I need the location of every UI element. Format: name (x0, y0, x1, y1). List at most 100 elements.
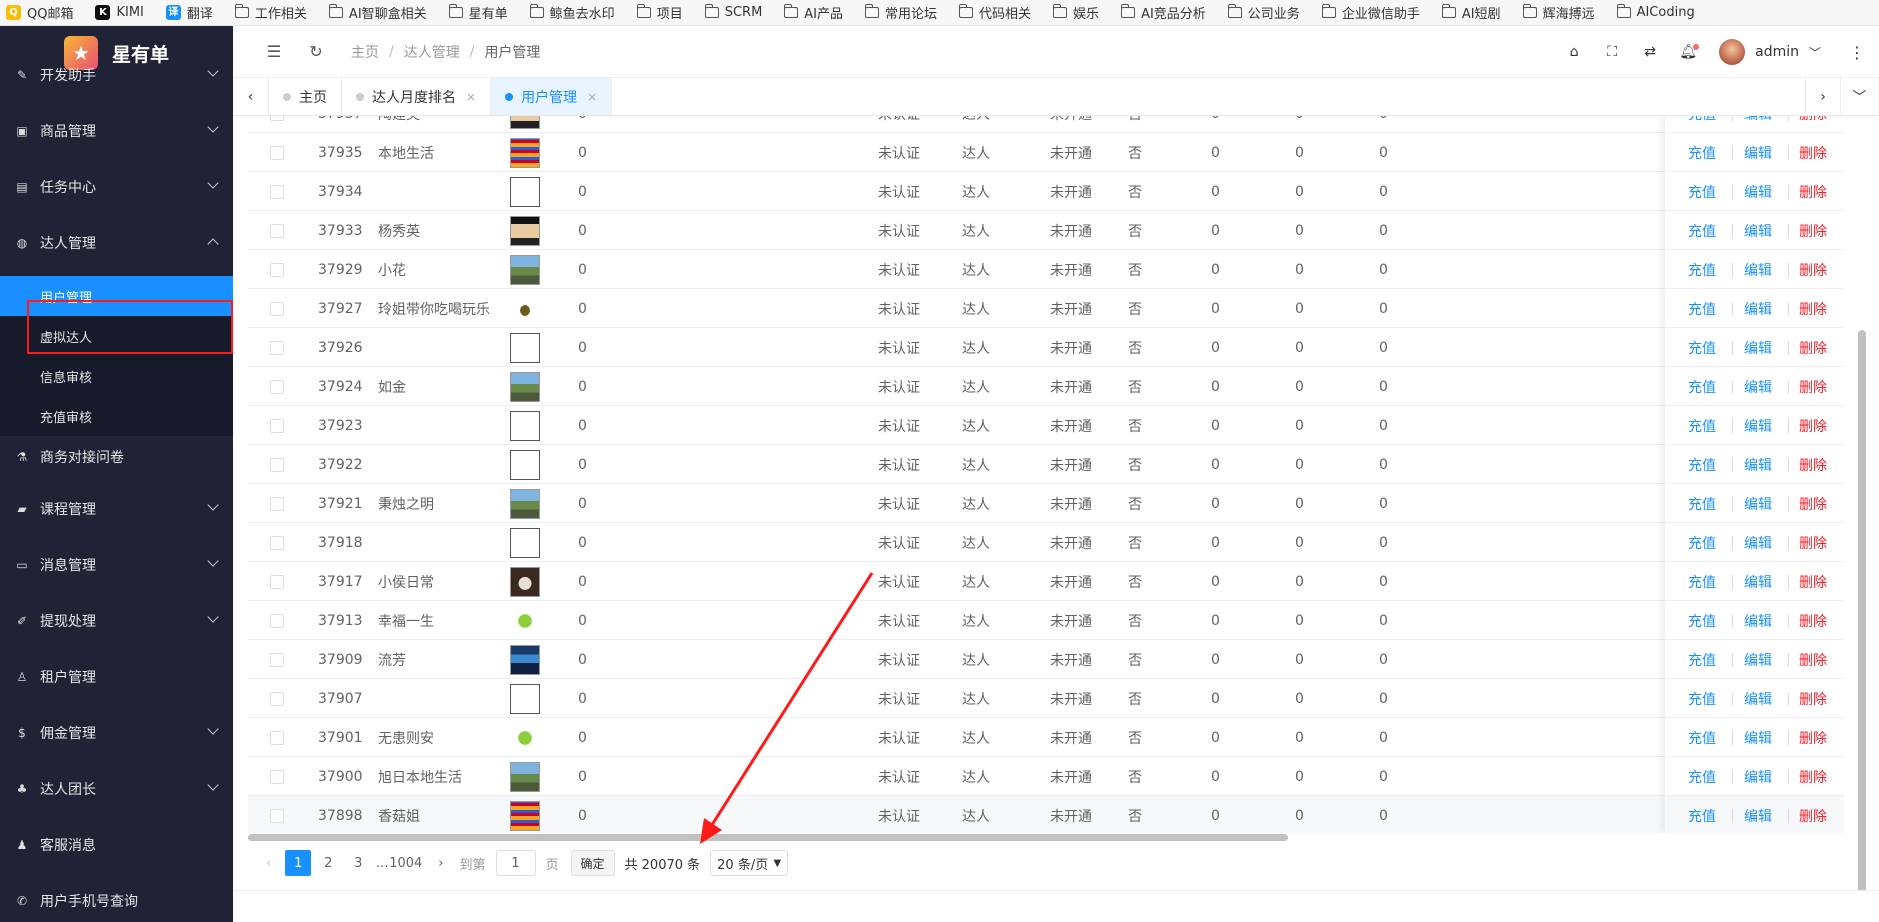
bookmark-item[interactable]: AI短剧 (1441, 3, 1501, 22)
table-row[interactable]: 37933 杨秀英 0 未认证 达人 未开通否 0 0 0 充值 编辑 删除 | | (248, 211, 1844, 250)
row-checkbox[interactable] (270, 730, 284, 745)
table-row[interactable]: 37926 0 未认证 达人 未开通否 0 0 0 充值 编辑 删除 | | (248, 328, 1844, 367)
row-checkbox[interactable] (270, 223, 284, 238)
avatar[interactable] (1719, 39, 1746, 65)
table-row[interactable]: 37937陶建英0未认证达人未开通否000充值编辑删除|| (248, 116, 1844, 133)
menu-toggle-icon[interactable]: ☰ (263, 41, 285, 63)
bookmark-item[interactable]: AICoding (1616, 4, 1695, 20)
breadcrumb-home[interactable]: 主页 (351, 42, 379, 62)
row-checkbox[interactable] (270, 613, 284, 628)
goto-page-input[interactable]: 1 (495, 850, 536, 876)
sidebar-item[interactable]: ♙ 租户管理 (0, 657, 233, 697)
tab-close-icon[interactable]: × (466, 90, 476, 104)
sidebar-item[interactable]: ✐ 提现处理 (0, 601, 233, 641)
sidebar-item[interactable]: ♣ 达人团长 (0, 769, 233, 809)
table-row[interactable]: 37935 本地生活 0 未认证 达人 未开通否 0 0 0 充值 编辑 删除 | | (248, 133, 1844, 172)
tabs-scroll-right-icon[interactable]: › (1805, 78, 1841, 115)
tab-item[interactable]: 用户管理 × (491, 78, 613, 115)
bookmark-item[interactable]: 辉海搏远 (1522, 3, 1595, 22)
prev-page-icon[interactable]: ‹ (266, 856, 271, 871)
table-row[interactable]: 37901 无患则安 0 未认证 达人 未开通否 0 0 0 充值 编辑 删除 | | (248, 718, 1844, 757)
tab-close-icon[interactable]: × (587, 90, 597, 104)
next-page-icon[interactable]: › (438, 856, 443, 871)
sidebar-item[interactable]: ◍ 达人管理 (0, 223, 233, 263)
sidebar-item[interactable]: ▤ 任务中心 (0, 167, 233, 207)
confirm-button[interactable]: 确定 (570, 850, 615, 876)
table-row[interactable]: 37900 旭日本地生活 0 未认证 达人 未开通否 0 0 0 充值 编辑 删除 | | (248, 757, 1844, 796)
sidebar-item[interactable]: ▭ 消息管理 (0, 545, 233, 585)
row-checkbox[interactable] (270, 418, 284, 433)
breadcrumb-section[interactable]: 达人管理 (404, 42, 460, 62)
fullscreen-icon[interactable]: ⛶ (1593, 44, 1631, 60)
sidebar-item[interactable]: ▰ 课程管理 (0, 489, 233, 529)
bookmark-item[interactable]: 公司业务 (1227, 3, 1300, 22)
sidebar-subitem[interactable]: 信息审核 (0, 356, 233, 396)
tabs-dropdown-icon[interactable]: ﹀ (1841, 78, 1879, 115)
sidebar-item[interactable]: ⚗ 商务对接问卷 (0, 437, 233, 477)
bookmark-item[interactable]: 译翻译 (165, 3, 213, 22)
sidebar-item[interactable]: ▣ 商品管理 (0, 111, 233, 151)
bookmark-item[interactable]: Q QQ邮箱 (6, 3, 73, 22)
bookmark-item[interactable]: 娱乐 (1053, 3, 1099, 22)
table-row[interactable]: 37921 秉烛之明 0 未认证 达人 未开通否 0 0 0 充值 编辑 删除 | | (248, 484, 1844, 523)
sidebar-item[interactable]: ✎ 开发助手 (0, 55, 233, 95)
sidebar-item[interactable]: ♟ 客服消息 (0, 825, 233, 865)
page-number[interactable]: 1004 (389, 850, 422, 876)
bell-icon[interactable]: 🔔︎ (1669, 44, 1707, 60)
table-row[interactable]: 37924 如金 0 未认证 达人 未开通否 0 0 0 充值 编辑 删除 | | (248, 367, 1844, 406)
row-checkbox[interactable] (270, 769, 284, 784)
sidebar-item[interactable]: ✆ 用户手机号查询 (0, 881, 233, 921)
table-row[interactable]: 37909 流芳 0 未认证 达人 未开通否 0 0 0 充值 编辑 删除 | | (248, 640, 1844, 679)
bookmark-item[interactable]: 代码相关 (959, 3, 1031, 22)
table-row[interactable]: 37917 小侯日常 0 未认证 达人 未开通否 0 0 0 充值 编辑 删除 | | (248, 562, 1844, 601)
sidebar-item[interactable]: $ 佣金管理 (0, 713, 233, 753)
bookmark-item[interactable]: AI智聊盒相关 (328, 3, 427, 22)
chevron-down-icon[interactable]: ﹀ (1809, 44, 1821, 61)
table-row[interactable]: 37929 小花 0 未认证 达人 未开通否 0 0 0 充值 编辑 删除 | | (248, 250, 1844, 289)
tab-item[interactable]: 达人月度排名 × (342, 78, 492, 115)
table-row[interactable]: 37913 幸福一生 0 未认证 达人 未开通否 0 0 0 充值 编辑 删除 | | (248, 601, 1844, 640)
row-checkbox[interactable] (270, 535, 284, 550)
translate-icon[interactable]: ⇄ (1631, 44, 1669, 60)
bookmark-item[interactable]: 项目 (636, 3, 683, 22)
more-icon[interactable]: ⋮ (1849, 43, 1865, 62)
table-row[interactable]: 37927 玲姐带你吃喝玩乐 0 未认证 达人 未开通否 0 0 0 充值 编辑 删除 | | (248, 289, 1844, 328)
vertical-scrollbar[interactable] (1858, 330, 1866, 920)
bookmark-item[interactable]: 工作相关 (234, 3, 307, 22)
tabs-scroll-left-icon[interactable]: ‹ (233, 78, 269, 115)
bookmark-item[interactable]: 企业微信助手 (1321, 3, 1420, 22)
bookmark-item[interactable]: 鲸鱼去水印 (529, 3, 615, 22)
table-row[interactable]: 37898 香菇姐 0 未认证 达人 未开通否 0 0 0 充值 编辑 删除 | | (248, 796, 1844, 833)
home-icon[interactable]: ⌂ (1555, 44, 1593, 60)
sidebar-subitem[interactable]: 充值审核 (0, 396, 233, 436)
row-checkbox[interactable] (270, 184, 284, 199)
page-number[interactable]: 2 (315, 850, 341, 876)
tab-item[interactable]: 主页 (269, 78, 342, 115)
bookmark-item[interactable]: K KIMI (95, 5, 144, 20)
page-number[interactable]: 3 (345, 850, 371, 876)
horizontal-scrollbar[interactable] (248, 834, 1288, 841)
row-checkbox[interactable] (270, 145, 284, 160)
row-checkbox[interactable] (270, 808, 284, 823)
row-checkbox[interactable] (270, 379, 284, 394)
table-row[interactable]: 37922 0 未认证 达人 未开通否 0 0 0 充值 编辑 删除 | | (248, 445, 1844, 484)
row-checkbox[interactable] (270, 262, 284, 277)
row-checkbox[interactable] (270, 496, 284, 511)
bookmark-item[interactable]: AI产品 (784, 3, 843, 22)
row-checkbox[interactable] (270, 340, 284, 355)
page-size-select[interactable]: 20 条/页 ▼ (710, 850, 789, 876)
table-row[interactable]: 37923 0 未认证 达人 未开通否 0 0 0 充值 编辑 删除 | | (248, 406, 1844, 445)
row-checkbox[interactable] (270, 457, 284, 472)
row-checkbox[interactable] (270, 116, 284, 121)
bookmark-item[interactable]: 常用论坛 (865, 3, 937, 22)
refresh-icon[interactable]: ↻ (305, 41, 327, 63)
row-checkbox[interactable] (270, 574, 284, 589)
row-checkbox[interactable] (270, 301, 284, 316)
bookmark-item[interactable]: SCRM (704, 4, 762, 20)
row-checkbox[interactable] (270, 652, 284, 667)
bookmark-item[interactable]: 星有单 (448, 3, 508, 22)
table-row[interactable]: 37907 0 未认证 达人 未开通否 0 0 0 充值 编辑 删除 | | (248, 679, 1844, 718)
table-row[interactable]: 37934 0 未认证 达人 未开通否 0 0 0 充值 编辑 删除 | | (248, 172, 1844, 211)
page-number[interactable]: 1 (285, 850, 312, 876)
table-row[interactable]: 37918 0 未认证 达人 未开通否 0 0 0 充值 编辑 删除 | | (248, 523, 1844, 562)
